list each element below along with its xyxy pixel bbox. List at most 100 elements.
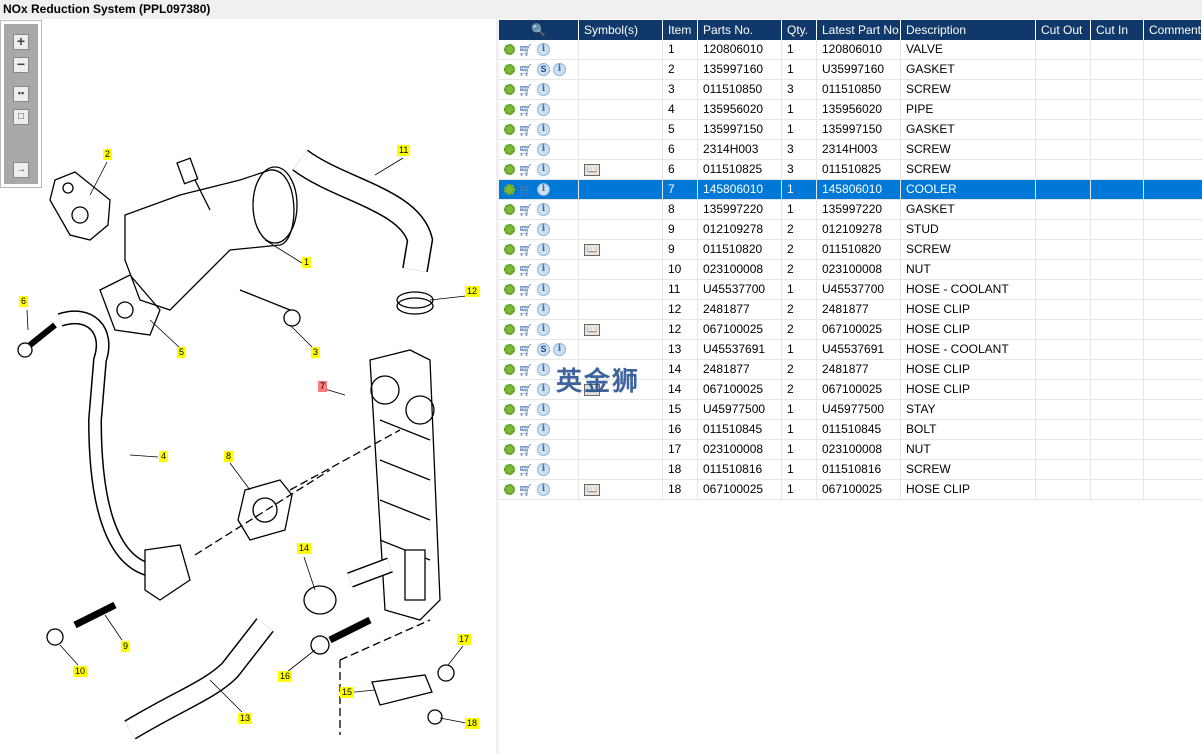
info-icon[interactable]: i [537, 323, 550, 336]
gear-icon[interactable] [504, 44, 515, 55]
column-header[interactable]: Comment [1144, 20, 1202, 40]
search-table-icon[interactable]: 🔍 [499, 20, 579, 40]
callout-label[interactable]: 4 [159, 451, 169, 462]
cart-icon[interactable]: 🛒︎ [518, 284, 534, 296]
cart-icon[interactable]: 🛒︎ [518, 104, 534, 116]
info-icon[interactable]: i [537, 383, 550, 396]
info-icon[interactable]: i [537, 143, 550, 156]
gear-icon[interactable] [504, 304, 515, 315]
gear-icon[interactable] [504, 64, 515, 75]
info-icon[interactable]: i [537, 203, 550, 216]
callout-label[interactable]: 2 [103, 149, 113, 160]
cart-icon[interactable]: 🛒︎ [518, 384, 534, 396]
info-icon[interactable]: i [537, 183, 550, 196]
cart-icon[interactable]: 🛒︎ [518, 124, 534, 136]
info-icon[interactable]: i [537, 303, 550, 316]
table-row[interactable]: 🛒︎ i 16 011510845 1 011510845 BOLT [499, 420, 1202, 440]
gear-icon[interactable] [504, 484, 515, 495]
callout-label[interactable]: 15 [340, 687, 355, 698]
gear-icon[interactable] [504, 464, 515, 475]
table-row[interactable]: 🛒︎ i 1 120806010 1 120806010 VALVE [499, 40, 1202, 60]
gear-icon[interactable] [504, 384, 515, 395]
supersession-icon[interactable]: S [537, 63, 550, 76]
cart-icon[interactable]: 🛒︎ [518, 144, 534, 156]
callout-label[interactable]: 7 [318, 381, 328, 392]
cart-icon[interactable]: 🛒︎ [518, 424, 534, 436]
table-row[interactable]: 🛒︎ i 9 012109278 2 012109278 STUD [499, 220, 1202, 240]
cart-icon[interactable]: 🛒︎ [518, 464, 534, 476]
cart-icon[interactable]: 🛒︎ [518, 204, 534, 216]
gear-icon[interactable] [504, 264, 515, 275]
column-header[interactable]: Qty. [782, 20, 817, 40]
column-header[interactable]: Cut In [1091, 20, 1144, 40]
table-row[interactable]: 🛒︎ Si 13 U45537691 1 U45537691 HOSE - COO… [499, 340, 1202, 360]
table-row[interactable]: 🛒︎ i 📖 12 067100025 2 067100025 HOSE CLIP [499, 320, 1202, 340]
info-icon[interactable]: i [537, 163, 550, 176]
info-icon[interactable]: i [537, 123, 550, 136]
cart-icon[interactable]: 🛒︎ [518, 324, 534, 336]
table-row[interactable]: 🛒︎ i 5 135997150 1 135997150 GASKET [499, 120, 1202, 140]
cart-icon[interactable]: 🛒︎ [518, 84, 534, 96]
gear-icon[interactable] [504, 284, 515, 295]
info-icon[interactable]: i [537, 283, 550, 296]
callout-label[interactable]: 3 [311, 347, 321, 358]
cart-icon[interactable]: 🛒︎ [518, 244, 534, 256]
info-icon[interactable]: i [537, 103, 550, 116]
gear-icon[interactable] [504, 164, 515, 175]
info-icon[interactable]: i [537, 223, 550, 236]
callout-label[interactable]: 16 [278, 671, 293, 682]
cart-icon[interactable]: 🛒︎ [518, 264, 534, 276]
cart-icon[interactable]: 🛒︎ [518, 444, 534, 456]
table-row[interactable]: 🛒︎ i 18 011510816 1 011510816 SCREW [499, 460, 1202, 480]
callout-label[interactable]: 13 [238, 713, 253, 724]
table-row[interactable]: 🛒︎ i 📖 6 011510825 3 011510825 SCREW [499, 160, 1202, 180]
table-row[interactable]: 🛒︎ i 4 135956020 1 135956020 PIPE [499, 100, 1202, 120]
callout-label[interactable]: 17 [457, 634, 472, 645]
info-icon[interactable]: i [553, 343, 566, 356]
callout-label[interactable]: 8 [224, 451, 234, 462]
callout-label[interactable]: 1 [302, 257, 312, 268]
table-row[interactable]: 🛒︎ Si 2 135997160 1 U35997160 GASKET [499, 60, 1202, 80]
zoom-out-icon[interactable]: − [13, 57, 29, 73]
gear-icon[interactable] [504, 424, 515, 435]
table-row[interactable]: 🛒︎ i 📖 18 067100025 1 067100025 HOSE CLIP [499, 480, 1202, 500]
table-row[interactable]: 🛒︎ i 8 135997220 1 135997220 GASKET [499, 200, 1202, 220]
table-row[interactable]: 🛒︎ i 10 023100008 2 023100008 NUT [499, 260, 1202, 280]
fit-all-icon[interactable]: ▪▪ [13, 86, 29, 102]
exploded-diagram[interactable]: 2 11 1 12 6 5 3 7 4 8 14 9 17 10 16 15 13 18 [0, 19, 496, 754]
book-magnifier-icon[interactable]: 📖 [584, 483, 600, 496]
table-row[interactable]: 🛒︎ i 7 145806010 1 145806010 COOLER [499, 180, 1202, 200]
info-icon[interactable]: i [553, 63, 566, 76]
gear-icon[interactable] [504, 244, 515, 255]
callout-label[interactable]: 6 [19, 296, 29, 307]
book-magnifier-icon[interactable]: 📖 [584, 323, 600, 336]
callout-label[interactable]: 14 [297, 543, 312, 554]
cart-icon[interactable]: 🛒︎ [518, 164, 534, 176]
info-icon[interactable]: i [537, 43, 550, 56]
cart-icon[interactable]: 🛒︎ [518, 304, 534, 316]
zoom-in-icon[interactable]: + [13, 34, 29, 50]
info-icon[interactable]: i [537, 483, 550, 496]
gear-icon[interactable] [504, 184, 515, 195]
column-header[interactable]: Description [901, 20, 1036, 40]
cart-icon[interactable]: 🛒︎ [518, 224, 534, 236]
cart-icon[interactable]: 🛒︎ [518, 364, 534, 376]
callout-label[interactable]: 12 [465, 286, 480, 297]
gear-icon[interactable] [504, 124, 515, 135]
info-icon[interactable]: i [537, 423, 550, 436]
gear-icon[interactable] [504, 344, 515, 355]
book-magnifier-icon[interactable]: 📖 [584, 163, 600, 176]
cart-icon[interactable]: 🛒︎ [518, 44, 534, 56]
info-icon[interactable]: i [537, 363, 550, 376]
gear-icon[interactable] [504, 364, 515, 375]
gear-icon[interactable] [504, 224, 515, 235]
book-magnifier-icon[interactable]: 📖 [584, 243, 600, 256]
info-icon[interactable]: i [537, 403, 550, 416]
info-icon[interactable]: i [537, 463, 550, 476]
column-header[interactable]: Symbol(s) [579, 20, 663, 40]
column-header[interactable]: Item [663, 20, 698, 40]
table-row[interactable]: 🛒︎ i 15 U45977500 1 U45977500 STAY [499, 400, 1202, 420]
table-row[interactable]: 🛒︎ i 11 U45537700 1 U45537700 HOSE - COOL… [499, 280, 1202, 300]
gear-icon[interactable] [504, 204, 515, 215]
gear-icon[interactable] [504, 144, 515, 155]
